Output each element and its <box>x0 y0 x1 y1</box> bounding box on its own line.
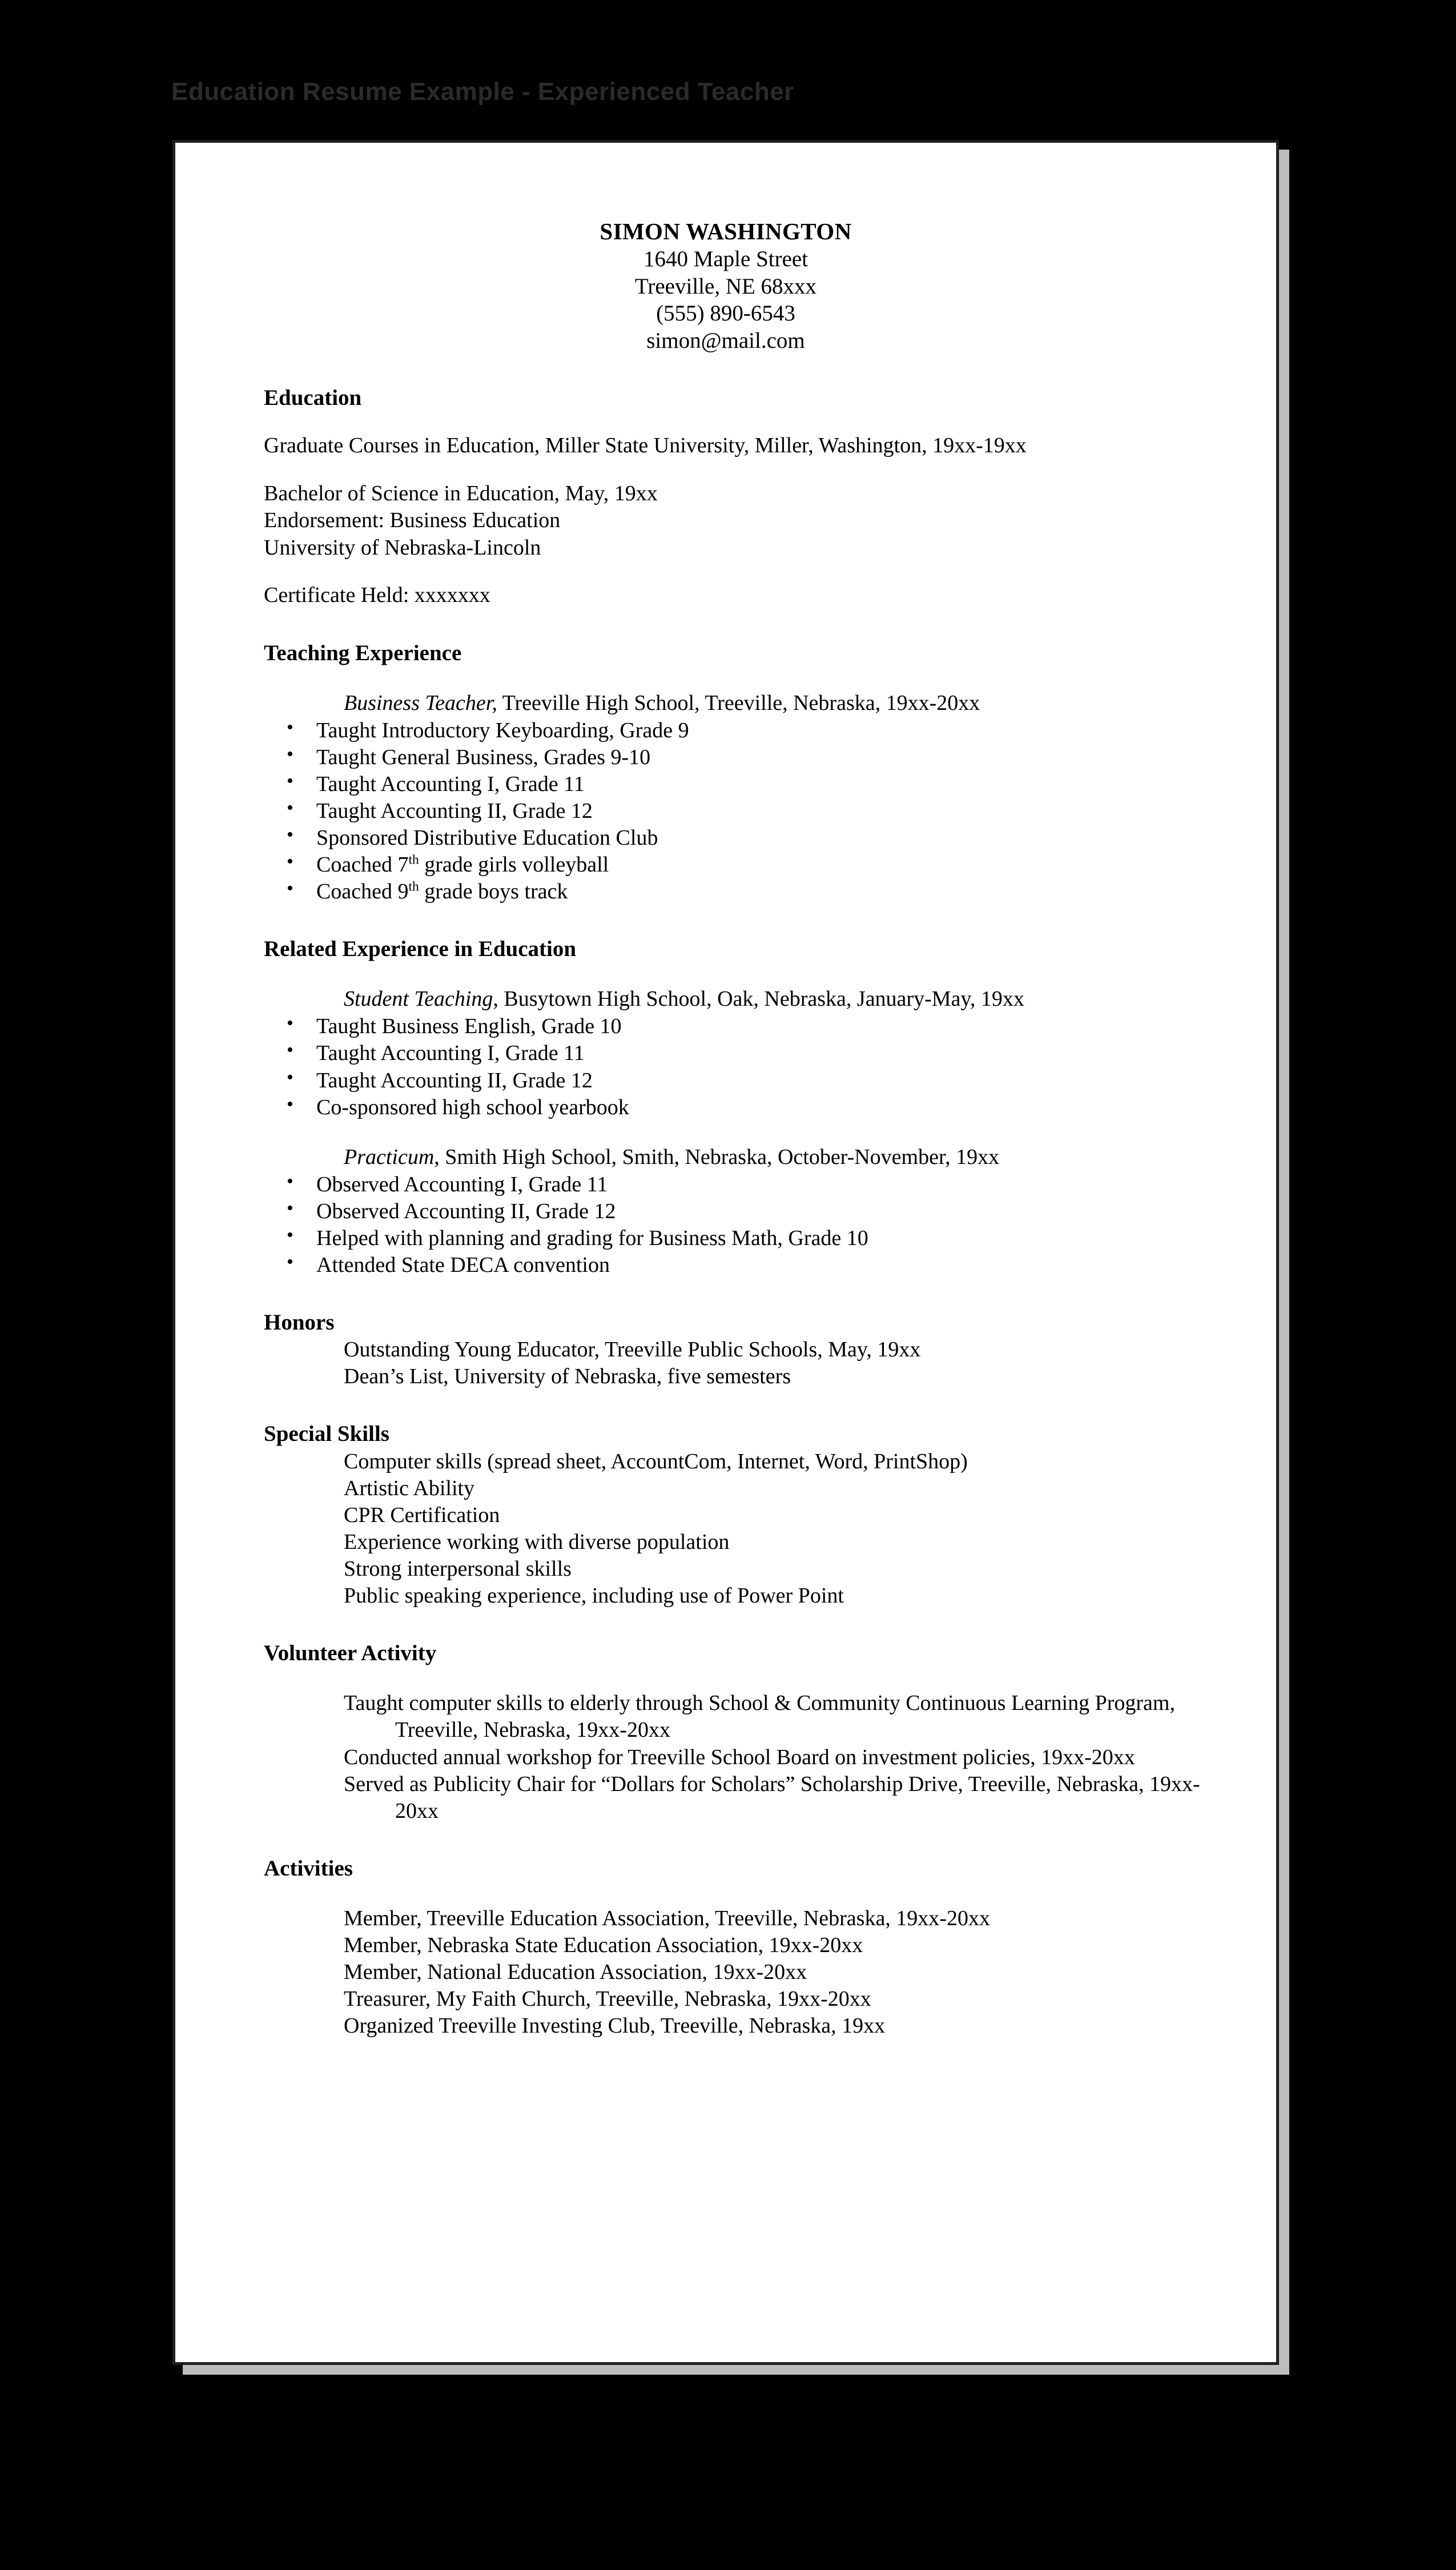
section-heading-related-experience: Related Experience in Education <box>264 937 577 962</box>
section-heading-special-skills: Special Skills <box>264 1421 389 1447</box>
list-item: Co-sponsored high school yearbook <box>264 1093 1213 1121</box>
resume-document: SIMON WASHINGTON 1640 Maple Street Treev… <box>172 140 1279 2365</box>
list-item: Helped with planning and grading for Bus… <box>264 1223 1213 1252</box>
list-item: Conducted annual workshop for Treeville … <box>344 1745 1135 1769</box>
list-item: Artistic Ability <box>344 1476 475 1500</box>
page-title: Education Resume Example - Experienced T… <box>171 78 794 106</box>
section-heading-honors: Honors <box>264 1310 335 1335</box>
list-item: Taught Accounting II, Grade 12 <box>264 796 1213 825</box>
education-graduate-courses: Graduate Courses in Education, Miller St… <box>264 433 1027 458</box>
list-item: Computer skills (spread sheet, AccountCo… <box>344 1449 968 1473</box>
list-item: Outstanding Young Educator, Treeville Pu… <box>344 1338 921 1362</box>
honors-list: Outstanding Young Educator, Treeville Pu… <box>344 1336 1213 1390</box>
volunteer-activity-list: Taught computer skills to elderly throug… <box>264 1690 1213 1825</box>
candidate-street: 1640 Maple Street <box>643 247 809 272</box>
list-item: Sponsored Distributive Education Club <box>264 823 1213 852</box>
list-item: Organized Treeville Investing Club, Tree… <box>344 2014 886 2038</box>
coach-track-suffix: grade boys track <box>419 880 568 904</box>
practicum-role-details: , Smith High School, Smith, Nebraska, Oc… <box>434 1145 1000 1169</box>
ordinal-suffix: th <box>408 852 419 868</box>
activities-list: Member, Treeville Education Association,… <box>344 1905 1213 2040</box>
list-item: Member, National Education Association, … <box>344 1960 807 1985</box>
coach-track-prefix: Coached 9 <box>316 880 409 904</box>
list-item: Taught Introductory Keyboarding, Grade 9 <box>264 716 1213 744</box>
student-teaching-role-details: , Busytown High School, Oak, Nebraska, J… <box>493 987 1024 1011</box>
teaching-role-details: Treeville High School, Treeville, Nebras… <box>497 690 980 715</box>
teaching-role-line: Business Teacher, Treeville High School,… <box>344 690 1213 717</box>
education-certificate: Certificate Held: xxxxxxx <box>264 583 490 607</box>
special-skills-list: Computer skills (spread sheet, AccountCo… <box>344 1448 1213 1610</box>
candidate-email: simon@mail.com <box>646 328 805 353</box>
resume-header: SIMON WASHINGTON 1640 Maple Street Treev… <box>175 217 1276 354</box>
list-item: Attended State DECA convention <box>264 1250 1213 1279</box>
student-teaching-role-line: Student Teaching, Busytown High School, … <box>344 986 1213 1013</box>
education-degree-block: Bachelor of Science in Education, May, 1… <box>264 480 1213 561</box>
practicum-role-line: Practicum, Smith High School, Smith, Neb… <box>344 1144 1213 1171</box>
list-item: Observed Accounting II, Grade 12 <box>264 1196 1213 1225</box>
list-item: Served as Publicity Chair for “Dollars f… <box>344 1772 1200 1823</box>
section-heading-teaching-experience: Teaching Experience <box>264 640 462 665</box>
resume-body: Education Graduate Courses in Education,… <box>264 384 1213 2039</box>
list-item: Taught Accounting I, Grade 11 <box>264 1038 1213 1067</box>
list-item: Member, Treeville Education Association,… <box>344 1906 990 1930</box>
education-university-line: University of Nebraska-Lincoln <box>264 535 541 560</box>
list-item: Treasurer, My Faith Church, Treeville, N… <box>344 1987 871 2011</box>
coach-volleyball-prefix: Coached 7 <box>316 853 409 877</box>
list-item: Public speaking experience, including us… <box>344 1584 844 1608</box>
list-item: Taught Accounting II, Grade 12 <box>264 1066 1213 1094</box>
list-item: Taught Business English, Grade 10 <box>264 1011 1213 1040</box>
practicum-role-title: Practicum <box>344 1145 435 1169</box>
candidate-city-state-zip: Treeville, NE 68xxx <box>634 274 817 299</box>
candidate-phone: (555) 890-6543 <box>656 301 795 326</box>
teaching-bullet-list: Taught Introductory Keyboarding, Grade 9… <box>264 716 1213 906</box>
candidate-name: SIMON WASHINGTON <box>600 218 852 244</box>
teaching-role-title: Business Teacher, <box>344 690 497 715</box>
student-teaching-bullet-list: Taught Business English, Grade 10 Taught… <box>264 1011 1213 1121</box>
section-heading-education: Education <box>264 386 362 411</box>
resume-sheet: SIMON WASHINGTON 1640 Maple Street Treev… <box>175 143 1276 2362</box>
list-item: Dean’s List, University of Nebraska, fiv… <box>344 1364 791 1389</box>
list-item: Coached 9th grade boys track <box>264 877 1213 905</box>
education-endorsement-line: Endorsement: Business Education <box>264 508 561 533</box>
list-item: Strong interpersonal skills <box>344 1556 572 1581</box>
list-item: Taught Accounting I, Grade 11 <box>264 769 1213 798</box>
list-item: Coached 7th grade girls volleyball <box>264 850 1213 878</box>
section-heading-activities: Activities <box>264 1856 353 1881</box>
list-item: Taught General Business, Grades 9-10 <box>264 742 1213 771</box>
list-item: Member, Nebraska State Education Associa… <box>344 1933 863 1958</box>
education-degree-line: Bachelor of Science in Education, May, 1… <box>264 481 658 506</box>
practicum-bullet-list: Observed Accounting I, Grade 11 Observed… <box>264 1170 1213 1279</box>
list-item: Experience working with diverse populati… <box>344 1529 730 1554</box>
section-heading-volunteer-activity: Volunteer Activity <box>264 1641 437 1666</box>
list-item: Observed Accounting I, Grade 11 <box>264 1170 1213 1198</box>
student-teaching-role-title: Student Teaching <box>344 987 493 1011</box>
coach-volleyball-suffix: grade girls volleyball <box>419 853 609 877</box>
list-item: CPR Certification <box>344 1503 500 1527</box>
ordinal-suffix: th <box>408 879 419 894</box>
list-item: Taught computer skills to elderly throug… <box>344 1691 1175 1742</box>
